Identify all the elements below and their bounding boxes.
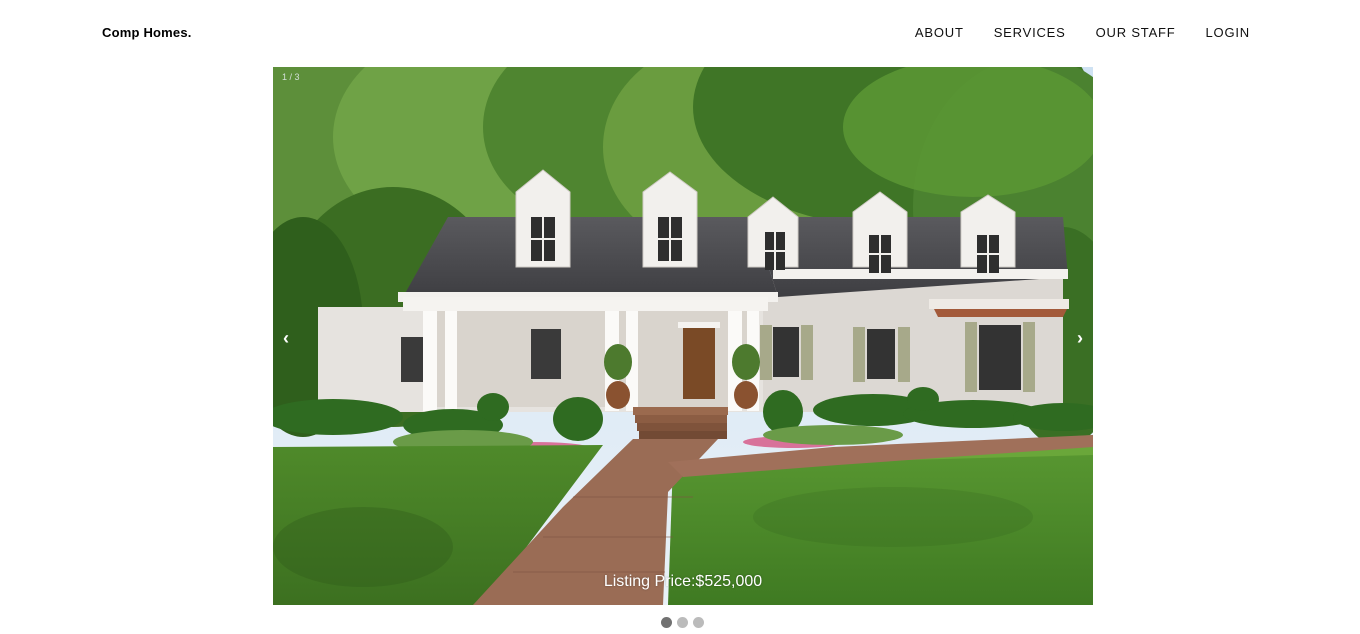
slide-dot-1[interactable] <box>661 617 672 628</box>
nav-about-link[interactable]: ABOUT <box>915 25 964 40</box>
listing-price-caption: Listing Price:$525,000 <box>603 573 763 590</box>
top-navbar: Comp Homes. ABOUT SERVICES OUR STAFF LOG… <box>0 0 1360 66</box>
slide-counter: 1 / 3 <box>282 72 300 82</box>
slide-dot-2[interactable] <box>677 617 688 628</box>
nav-our-staff-link[interactable]: OUR STAFF <box>1096 25 1176 40</box>
nav-services-link[interactable]: SERVICES <box>994 25 1066 40</box>
house-slideshow: 1 / 3 ‹ › Listing Price:$525,000 <box>273 67 1093 605</box>
main-nav: ABOUT SERVICES OUR STAFF LOGIN <box>915 25 1250 40</box>
prev-slide-button[interactable]: ‹ <box>283 329 289 347</box>
slide-dot-3[interactable] <box>693 617 704 628</box>
next-slide-button[interactable]: › <box>1077 329 1083 347</box>
brand-logo[interactable]: Comp Homes. <box>102 25 192 40</box>
house-photo <box>273 67 1093 605</box>
nav-login-link[interactable]: LOGIN <box>1206 25 1250 40</box>
slide-dots <box>661 617 704 628</box>
